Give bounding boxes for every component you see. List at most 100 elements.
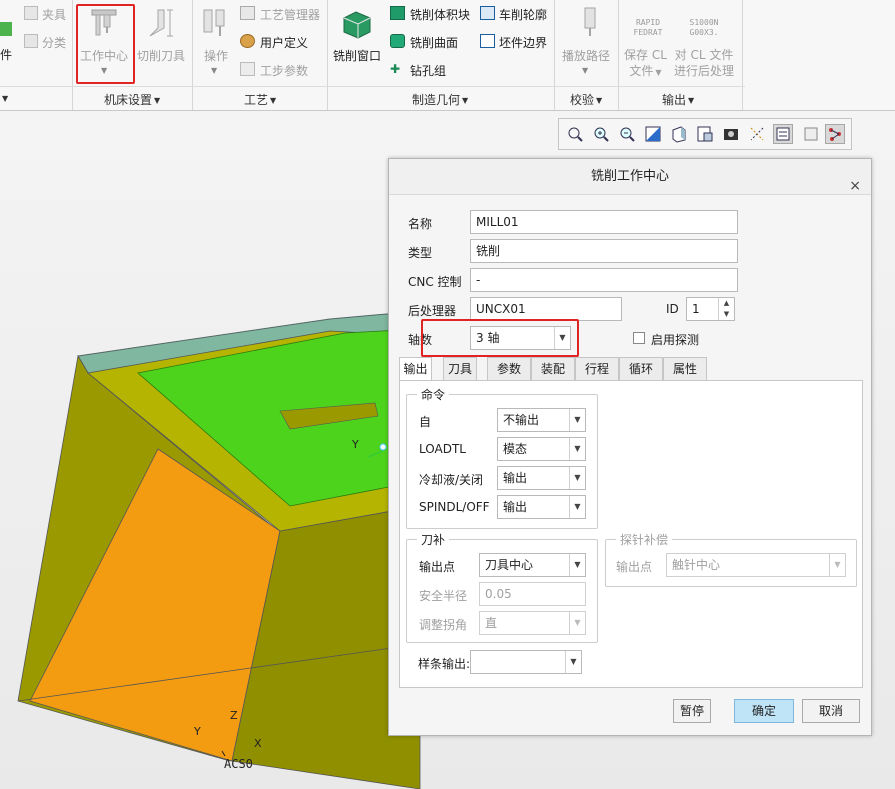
coolant-label: 冷却液/关闭 [419,473,484,487]
machine-setup-label: 机床设置 [104,93,153,107]
ok-button[interactable]: 确定 [734,699,794,723]
divide-button[interactable]: 分类 [42,34,66,51]
mfg-geometry-group[interactable]: 制造几何 ▼ [412,91,468,108]
user-defined-button[interactable]: 用户定义 [260,34,308,51]
fixture-button[interactable]: 夹具 [42,6,66,23]
tab-properties[interactable]: 属性 [663,357,707,381]
part-label-fragment[interactable]: 件 [0,46,12,63]
play-path-button[interactable]: 播放路径 [562,47,610,64]
chevron-down-icon: ▼ [462,96,469,105]
tab-cycle[interactable]: 循环 [619,357,663,381]
chevron-down-icon[interactable]: ▼ [554,327,570,349]
chevron-down-icon[interactable]: ▼ [569,467,585,489]
id-stepper[interactable]: 1 ▲ ▼ [686,297,735,321]
chevron-down-icon[interactable]: ▼ [569,409,585,431]
chevron-down-icon[interactable]: ▼ [569,612,585,634]
step-params-button[interactable]: 工步参数 [260,62,308,79]
spin-center-icon[interactable] [773,124,793,144]
spindle-icon-text: S1000N [689,18,719,27]
output-group[interactable]: 输出 ▼ [662,91,694,108]
name-field[interactable]: MILL01 [470,210,738,234]
id-value: 1 [692,302,700,316]
axis-x-label: X [254,737,262,750]
loadtl-label: LOADTL [419,442,466,456]
stepper-buttons[interactable]: ▲ ▼ [718,298,734,320]
tab-output[interactable]: 输出 [399,357,432,382]
saved-views-icon[interactable] [695,124,715,144]
zoom-out-icon[interactable] [617,124,637,144]
chevron-down-icon[interactable]: ▼ [582,66,588,75]
verify-group[interactable]: 校验 ▼ [570,91,602,108]
drill-group-button[interactable]: 钻孔组 [410,62,446,79]
dialog-title-bar[interactable]: 铣削工作中心 × [389,159,871,195]
play-path-icon [584,7,596,36]
datum-display-icon[interactable] [747,124,767,144]
stock-boundary-button[interactable]: 坯件边界 [499,34,547,51]
chevron-down-icon: ▼ [655,68,662,77]
coolant-select[interactable]: 输出 ▼ [497,466,586,490]
chevron-down-icon[interactable]: ▼ [565,651,581,673]
save-cl-line1: 保存 CL [624,48,667,62]
work-center-button[interactable]: 工作中心 [80,47,128,64]
mill-work-center-dialog: 铣削工作中心 × 名称 MILL01 类型 铣削 CNC 控制 - 后处理器 U… [388,158,872,736]
safe-radius-field[interactable]: 0.05 [479,582,586,606]
chevron-down-icon[interactable]: ▼ [211,66,217,75]
spindl-off-select[interactable]: 输出 ▼ [497,495,586,519]
appearance-icon[interactable] [721,124,741,144]
axes-value: 3 轴 [476,331,500,345]
enable-probe-checkbox[interactable] [633,332,645,344]
tab-tool[interactable]: 刀具 [443,357,477,381]
view-toolbar [558,118,852,150]
type-field[interactable]: 铣削 [470,239,738,263]
close-icon[interactable]: × [849,168,861,204]
zoom-fit-icon[interactable] [565,124,585,144]
command-from-select[interactable]: 不输出 ▼ [497,408,586,432]
annotation-icon[interactable] [801,124,821,144]
probe-output-point-value: 触针中心 [672,558,721,572]
chevron-down-icon[interactable]: ▼ [101,66,107,75]
post-process-button[interactable]: 对 CL 文件 进行后处理 [674,47,734,79]
chevron-down-icon[interactable]: ▼ [569,554,585,576]
stepper-down-icon[interactable]: ▼ [719,309,734,320]
dialog-title: 铣削工作中心 [590,169,669,184]
left-group-caret[interactable]: ▼ [0,91,8,105]
cutter-comp-group: 刀补 输出点 刀具中心 ▼ 安全半径 0.05 调整拐角 直 ▼ [406,531,598,643]
tab-assembly[interactable]: 装配 [531,357,575,381]
adjust-corner-select[interactable]: 直 ▼ [479,611,586,635]
cutting-tool-button[interactable]: 切削刀具 [137,47,185,64]
mill-volume-button[interactable]: 铣削体积块 [410,6,470,23]
fedrat-icon-text: FEDRAT [633,28,663,37]
tree-toggle-icon[interactable] [825,124,845,144]
tab-params[interactable]: 参数 [487,357,531,381]
view-orient-icon[interactable] [669,124,689,144]
cancel-button[interactable]: 取消 [802,699,860,723]
spline-output-select[interactable]: ▼ [470,650,582,674]
save-cl-button[interactable]: 保存 CL 文件 ▼ [624,47,667,81]
post-processor-field[interactable]: UNCX01 [470,297,622,321]
operation-button[interactable]: 操作 [204,47,228,64]
output-point-value: 刀具中心 [485,558,534,572]
shading-icon[interactable] [643,124,663,144]
stepper-up-icon[interactable]: ▲ [719,298,734,309]
axes-select[interactable]: 3 轴 ▼ [470,326,571,350]
turn-profile-button[interactable]: 车削轮廓 [499,6,547,23]
mill-surface-button[interactable]: 铣削曲面 [410,34,458,51]
output-point-select[interactable]: 刀具中心 ▼ [479,553,586,577]
tab-travel[interactable]: 行程 [575,357,619,381]
mill-window-button[interactable]: 铣削窗口 [333,47,381,64]
process-manager-button[interactable]: 工艺管理器 [260,6,320,23]
process-group[interactable]: 工艺 ▼ [244,91,276,108]
chevron-down-icon[interactable]: ▼ [569,496,585,518]
pause-button[interactable]: 暂停 [673,699,711,723]
probe-output-point-select[interactable]: 触针中心 ▼ [666,553,846,577]
command-from-value: 不输出 [503,413,540,427]
zoom-in-icon[interactable] [591,124,611,144]
chevron-down-icon[interactable]: ▼ [569,438,585,460]
machine-setup-group[interactable]: 机床设置 ▼ [104,91,160,108]
loadtl-select[interactable]: 模态 ▼ [497,437,586,461]
cnc-control-field[interactable]: - [470,268,738,292]
part-icon[interactable] [0,22,12,36]
adjust-corner-label: 调整拐角 [419,618,468,632]
chevron-down-icon[interactable]: ▼ [829,554,845,576]
chevron-down-icon: ▼ [688,96,695,105]
